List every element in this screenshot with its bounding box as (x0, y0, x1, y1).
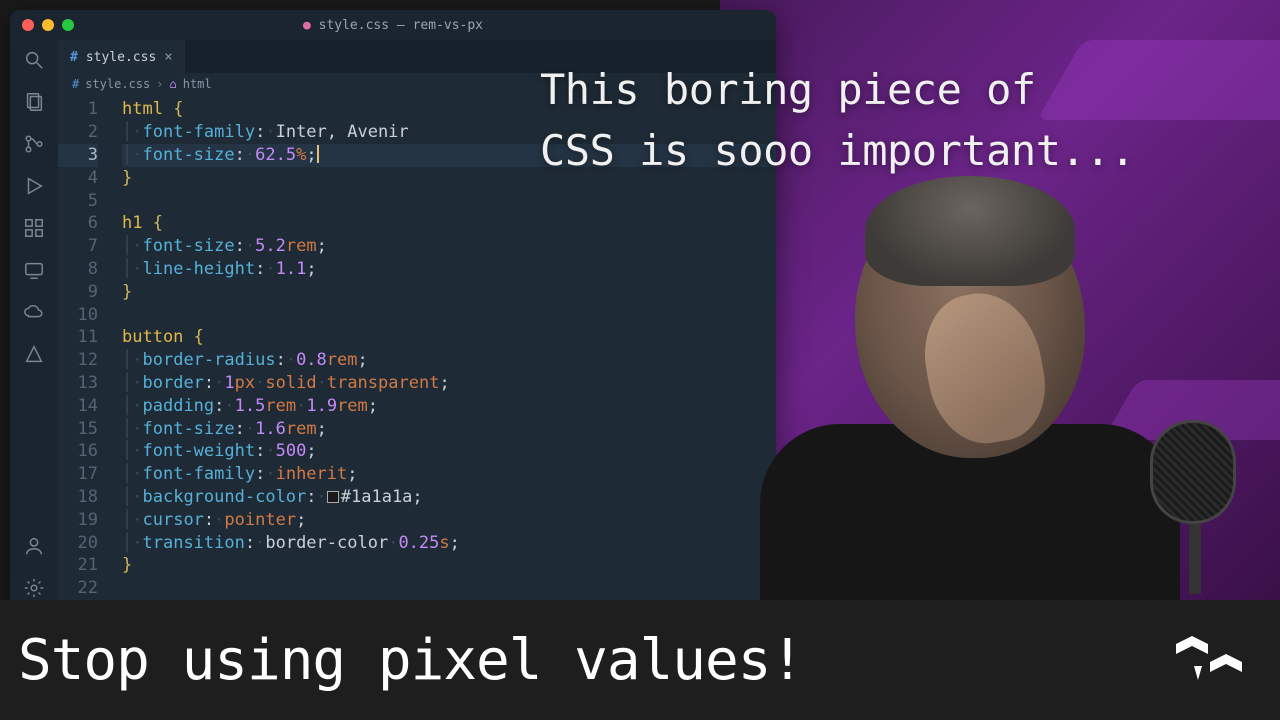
ai-icon[interactable] (22, 342, 46, 366)
files-icon[interactable] (22, 90, 46, 114)
close-tab-button[interactable]: × (164, 49, 172, 65)
account-icon[interactable] (22, 534, 46, 558)
git-icon[interactable] (22, 132, 46, 156)
debug-icon[interactable] (22, 174, 46, 198)
line-number-gutter: 12345678910111213141516171819202122 (58, 94, 114, 600)
banner-text: Stop using pixel values! (18, 628, 803, 693)
title-banner: Stop using pixel values! (0, 600, 1280, 720)
cloud-icon[interactable] (22, 300, 46, 324)
window-controls (22, 19, 74, 31)
activity-bar (10, 40, 58, 600)
css-file-icon: # (70, 50, 78, 65)
breadcrumb-symbol: html (183, 77, 212, 91)
search-icon[interactable] (22, 48, 46, 72)
tab-style-css[interactable]: # style.css × (58, 40, 185, 73)
css-file-icon: # (72, 77, 79, 91)
microphone (1150, 420, 1240, 590)
channel-logo (1174, 634, 1244, 686)
minimize-window-button[interactable] (42, 19, 54, 31)
breadcrumb-file: style.css (85, 77, 150, 91)
presenter-photo (750, 170, 1190, 600)
window-title: ● style.css — rem-vs-px (10, 18, 776, 33)
extensions-icon[interactable] (22, 216, 46, 240)
close-window-button[interactable] (22, 19, 34, 31)
tab-label: style.css (86, 50, 156, 65)
chevron-right-icon: › (156, 77, 163, 91)
caption-overlay: This boring piece of CSS is sooo importa… (540, 60, 1135, 182)
settings-icon[interactable] (22, 576, 46, 600)
remote-icon[interactable] (22, 258, 46, 282)
maximize-window-button[interactable] (62, 19, 74, 31)
titlebar: ● style.css — rem-vs-px (10, 10, 776, 40)
symbol-icon: ⌂ (170, 77, 177, 91)
